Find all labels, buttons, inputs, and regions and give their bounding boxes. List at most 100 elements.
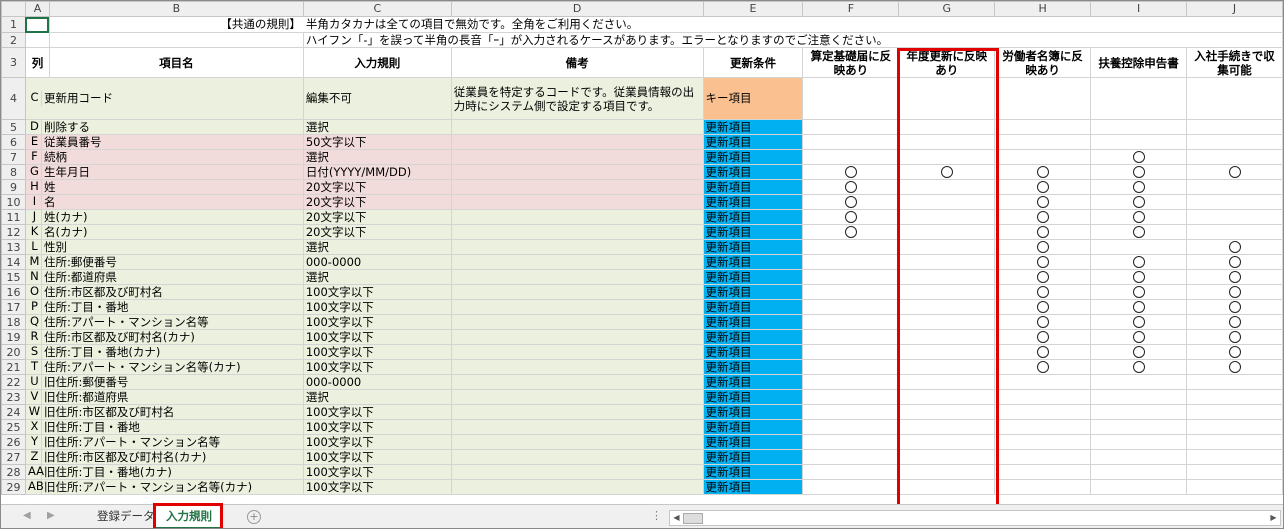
update-condition-cell[interactable]: 更新項目: [702, 344, 804, 360]
row-header[interactable]: 26: [1, 434, 26, 450]
mark-cell-j[interactable]: [1186, 419, 1283, 435]
row-header[interactable]: 7: [1, 149, 26, 165]
item-name-cell[interactable]: L 性別: [24, 239, 304, 255]
update-condition-cell[interactable]: 更新項目: [702, 119, 804, 135]
update-condition-key[interactable]: キー項目: [702, 77, 804, 120]
item-name-cell[interactable]: D 削除する: [24, 119, 304, 135]
item-name-cell[interactable]: I名: [24, 194, 304, 210]
item-name-cell[interactable]: Y 旧住所:アパート・マンション名等: [24, 434, 304, 450]
input-rule-cell[interactable]: 100文字以下: [302, 359, 452, 375]
mark-cell-j[interactable]: [1186, 224, 1283, 240]
column-header-c[interactable]: C: [302, 1, 452, 17]
item-name-cell[interactable]: K 名(カナ): [24, 224, 304, 240]
update-condition-cell[interactable]: 更新項目: [702, 359, 804, 375]
mark-cell-g[interactable]: [898, 134, 996, 150]
column-header-f[interactable]: F: [802, 1, 900, 17]
mark-cell-i[interactable]: [1090, 134, 1188, 150]
row-header[interactable]: 19: [1, 329, 26, 345]
remarks-cell[interactable]: [450, 479, 704, 495]
row-header[interactable]: 2: [1, 32, 26, 48]
mark-cell-g[interactable]: [898, 164, 996, 180]
mark-cell-j[interactable]: [1186, 344, 1283, 360]
mark-cell-j[interactable]: [1186, 254, 1283, 270]
mark-cell-f[interactable]: [802, 314, 900, 330]
mark-cell-f[interactable]: [802, 479, 900, 495]
mark-cell-h[interactable]: [994, 449, 1092, 465]
item-name-cell[interactable]: S 住所:丁目・番地(カナ): [24, 344, 304, 360]
row-header[interactable]: 29: [1, 479, 26, 495]
mark-cell-j[interactable]: [1186, 404, 1283, 420]
mark-cell-i[interactable]: [1090, 374, 1188, 390]
mark-cell-j[interactable]: [1186, 464, 1283, 480]
mark-cell-i[interactable]: [1090, 149, 1188, 165]
remarks-cell[interactable]: [450, 284, 704, 300]
item-name-cell[interactable]: C 更新用コード: [24, 77, 304, 120]
row-header[interactable]: 8: [1, 164, 26, 180]
mark-cell-j[interactable]: [1186, 359, 1283, 375]
mark-cell-h[interactable]: [994, 164, 1092, 180]
header-fuyou-koujo[interactable]: 扶養控除申告書: [1090, 47, 1188, 78]
mark-cell-g[interactable]: [898, 269, 996, 285]
column-header-e[interactable]: E: [702, 1, 804, 17]
remarks-cell[interactable]: 従業員を特定するコードです。従業員情報の出力時にシステム側で設定する項目です。: [450, 77, 704, 120]
mark-cell-g[interactable]: [898, 149, 996, 165]
item-name-cell[interactable]: M 住所:郵便番号: [24, 254, 304, 270]
input-rule-cell[interactable]: 50文字以下: [302, 134, 452, 150]
mark-cell-f[interactable]: [802, 134, 900, 150]
mark-cell-g[interactable]: [898, 479, 996, 495]
item-name-cell[interactable]: P 住所:丁目・番地: [24, 299, 304, 315]
remarks-cell[interactable]: [450, 164, 704, 180]
mark-cell-g[interactable]: [898, 344, 996, 360]
mark-cell-g[interactable]: [898, 224, 996, 240]
item-name-cell[interactable]: AA 旧住所:丁目・番地(カナ): [24, 464, 304, 480]
remarks-cell[interactable]: [450, 329, 704, 345]
cell[interactable]: [24, 32, 50, 48]
mark-cell-h[interactable]: [994, 224, 1092, 240]
mark-cell-g[interactable]: [898, 389, 996, 405]
tab-scroll-right-icon[interactable]: ▶: [47, 510, 55, 521]
update-condition-cell[interactable]: 更新項目: [702, 179, 804, 195]
cell[interactable]: [802, 77, 900, 120]
cell[interactable]: [48, 32, 304, 48]
mark-cell-f[interactable]: [802, 464, 900, 480]
tab-scroll-left-icon[interactable]: ◀: [23, 510, 31, 521]
mark-cell-h[interactable]: [994, 314, 1092, 330]
mark-cell-g[interactable]: [898, 449, 996, 465]
header-input-rule[interactable]: 入力規則: [302, 47, 452, 78]
update-condition-cell[interactable]: 更新項目: [702, 224, 804, 240]
row-header[interactable]: 16: [1, 284, 26, 300]
mark-cell-f[interactable]: [802, 404, 900, 420]
input-rule-cell[interactable]: 100文字以下: [302, 299, 452, 315]
mark-cell-f[interactable]: [802, 269, 900, 285]
mark-cell-j[interactable]: [1186, 269, 1283, 285]
mark-cell-i[interactable]: [1090, 254, 1188, 270]
remarks-cell[interactable]: [450, 374, 704, 390]
input-rule-cell[interactable]: 100文字以下: [302, 284, 452, 300]
mark-cell-f[interactable]: [802, 209, 900, 225]
input-rule-cell[interactable]: 選択: [302, 119, 452, 135]
update-condition-cell[interactable]: 更新項目: [702, 269, 804, 285]
row-header[interactable]: 20: [1, 344, 26, 360]
remarks-cell[interactable]: [450, 224, 704, 240]
mark-cell-i[interactable]: [1090, 179, 1188, 195]
scroll-left-icon[interactable]: ◀: [670, 511, 683, 525]
mark-cell-f[interactable]: [802, 194, 900, 210]
mark-cell-j[interactable]: [1186, 209, 1283, 225]
mark-cell-g[interactable]: [898, 374, 996, 390]
mark-cell-f[interactable]: [802, 374, 900, 390]
column-header-j[interactable]: J: [1186, 1, 1283, 17]
mark-cell-j[interactable]: [1186, 179, 1283, 195]
remarks-cell[interactable]: [450, 119, 704, 135]
rule-note-text[interactable]: 半角カタカナは全ての項目で無効です。全角をご利用ください。: [303, 16, 1283, 33]
update-condition-cell[interactable]: 更新項目: [702, 389, 804, 405]
input-rule-cell[interactable]: 20文字以下: [302, 179, 452, 195]
remarks-cell[interactable]: [450, 194, 704, 210]
mark-cell-g[interactable]: [898, 284, 996, 300]
remarks-cell[interactable]: [450, 314, 704, 330]
mark-cell-g[interactable]: [898, 299, 996, 315]
mark-cell-h[interactable]: [994, 149, 1092, 165]
mark-cell-g[interactable]: [898, 419, 996, 435]
mark-cell-h[interactable]: [994, 119, 1092, 135]
remarks-cell[interactable]: [450, 149, 704, 165]
mark-cell-i[interactable]: [1090, 164, 1188, 180]
